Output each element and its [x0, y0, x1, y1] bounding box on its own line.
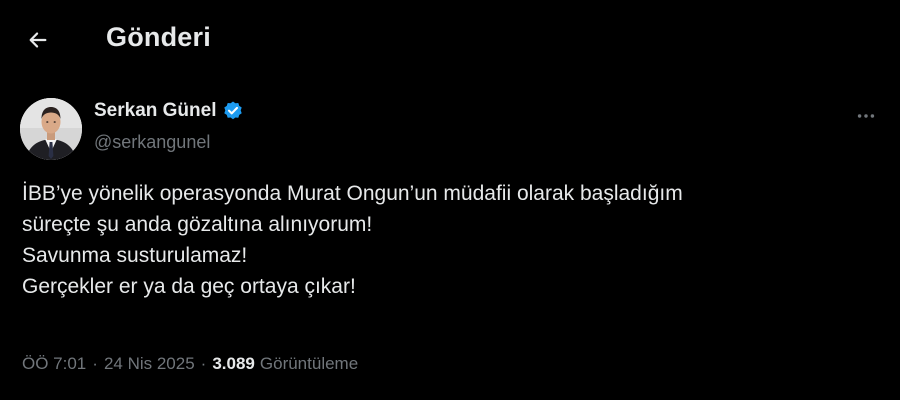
- arrow-left-icon: [29, 32, 47, 48]
- author-handle[interactable]: @serkangunel: [94, 132, 210, 153]
- more-horizontal-icon: [857, 114, 875, 118]
- author-name-row: Serkan Günel: [94, 100, 244, 122]
- page-title: Gönderi: [106, 22, 211, 52]
- tweet-line: İBB’ye yönelik operasyonda Murat Ongun’u…: [22, 182, 683, 205]
- author-display-name[interactable]: Serkan Günel: [94, 100, 217, 122]
- verified-badge-icon[interactable]: [222, 100, 244, 122]
- tweet-date[interactable]: 24 Nis 2025: [104, 354, 195, 374]
- tweet-card: Serkan Günel @serkangunel İBB’ye yönelik…: [0, 90, 900, 400]
- meta-separator: ·: [200, 354, 207, 373]
- profile-photo: [20, 98, 82, 160]
- tweet-time[interactable]: ÖÖ 7:01: [22, 354, 86, 374]
- tweet-text: İBB’ye yönelik operasyonda Murat Ongun’u…: [22, 178, 872, 302]
- tweet-line: süreçte şu anda gözaltına alınıyorum!: [22, 213, 373, 236]
- meta-separator: ·: [92, 354, 98, 373]
- page-header: Gönderi: [0, 0, 900, 80]
- views-count: 3.089: [212, 354, 255, 373]
- avatar[interactable]: [20, 98, 82, 160]
- tweet-line: Savunma susturulamaz!: [22, 244, 248, 267]
- views-label: Görüntüleme: [259, 354, 359, 373]
- back-button[interactable]: [22, 24, 54, 56]
- more-options-button[interactable]: [848, 98, 884, 134]
- tweet-meta: ÖÖ 7:01 · 24 Nis 2025 · 3.089 Görüntülem…: [22, 354, 358, 374]
- tweet-line: Gerçekler er ya da geç ortaya çıkar!: [22, 275, 356, 298]
